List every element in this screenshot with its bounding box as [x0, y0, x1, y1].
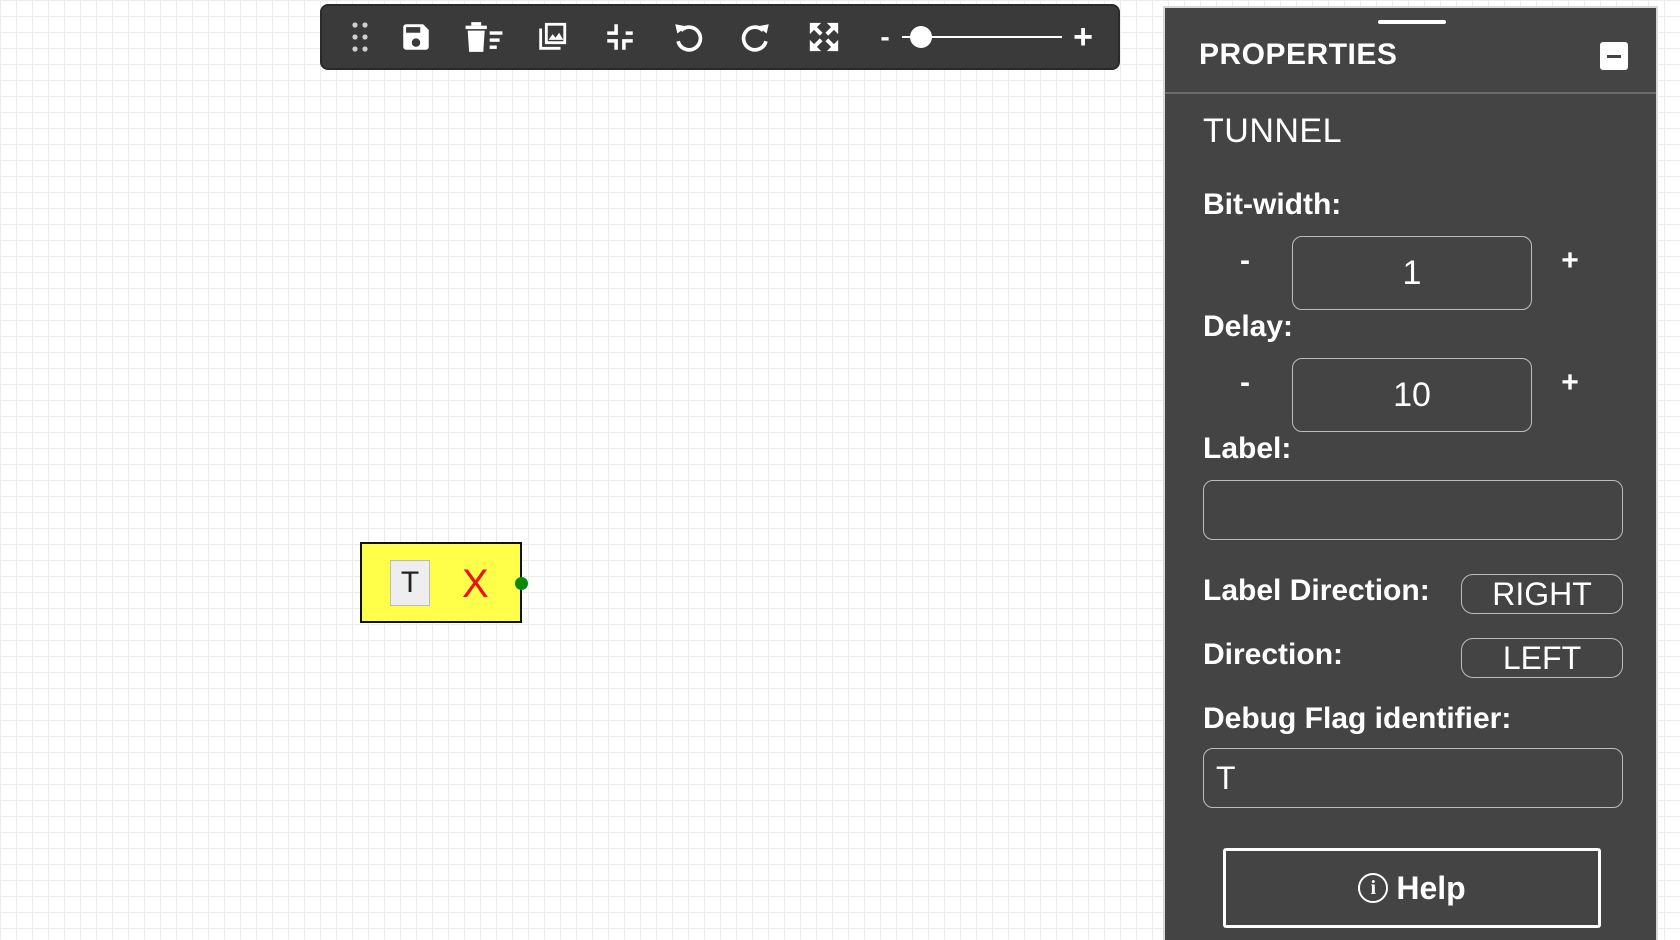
direction-select[interactable]: LEFT: [1461, 638, 1623, 678]
element-name: TUNNEL: [1203, 112, 1343, 150]
undo-icon[interactable]: [654, 11, 722, 63]
zoom-out-button[interactable]: -: [876, 21, 894, 53]
panel-title: PROPERTIES: [1199, 38, 1398, 71]
direction-label: Direction:: [1203, 638, 1344, 671]
bit-width-decrement-button[interactable]: -: [1230, 244, 1260, 278]
debug-flag-input[interactable]: T: [1203, 748, 1623, 808]
delay-input[interactable]: 10: [1292, 358, 1532, 432]
save-icon[interactable]: [382, 11, 450, 63]
minus-icon: [1607, 54, 1621, 58]
debug-flag-label: Debug Flag identifier:: [1203, 702, 1512, 735]
label-direction-select[interactable]: RIGHT: [1461, 574, 1623, 614]
label-input[interactable]: [1203, 480, 1623, 540]
drag-handle-icon[interactable]: [338, 11, 382, 63]
bit-width-input[interactable]: 1: [1292, 236, 1532, 310]
fit-screen-icon[interactable]: [586, 11, 654, 63]
zoom-slider-thumb[interactable]: [910, 26, 933, 48]
delay-decrement-button[interactable]: -: [1230, 366, 1260, 400]
zoom-control: - +: [876, 18, 1096, 57]
help-button[interactable]: i Help: [1223, 848, 1601, 928]
help-label: Help: [1396, 869, 1466, 906]
bit-width-increment-button[interactable]: +: [1555, 244, 1585, 278]
label-direction-label: Label Direction:: [1203, 574, 1430, 607]
zoom-slider[interactable]: [902, 26, 1062, 48]
delete-all-icon[interactable]: [450, 11, 518, 63]
bit-width-label: Bit-width:: [1203, 188, 1342, 221]
tunnel-element[interactable]: T X: [360, 542, 528, 623]
image-icon[interactable]: [518, 11, 586, 63]
panel-header: PROPERTIES: [1165, 8, 1656, 94]
output-node[interactable]: [515, 577, 528, 590]
properties-panel: PROPERTIES TUNNEL Bit-width: - 1 + Delay…: [1163, 6, 1658, 940]
info-icon: i: [1358, 873, 1389, 903]
redo-icon[interactable]: [722, 11, 790, 63]
fullscreen-icon[interactable]: [790, 11, 858, 63]
label-field-label: Label:: [1203, 432, 1292, 465]
delay-increment-button[interactable]: +: [1555, 366, 1585, 400]
zoom-in-button[interactable]: +: [1070, 18, 1096, 57]
tunnel-identifier-box: T: [390, 560, 430, 606]
delay-label: Delay:: [1203, 310, 1294, 343]
tunnel-value-label: X: [462, 562, 489, 606]
toolbar: - +: [320, 4, 1120, 70]
minimize-button[interactable]: [1600, 42, 1628, 70]
